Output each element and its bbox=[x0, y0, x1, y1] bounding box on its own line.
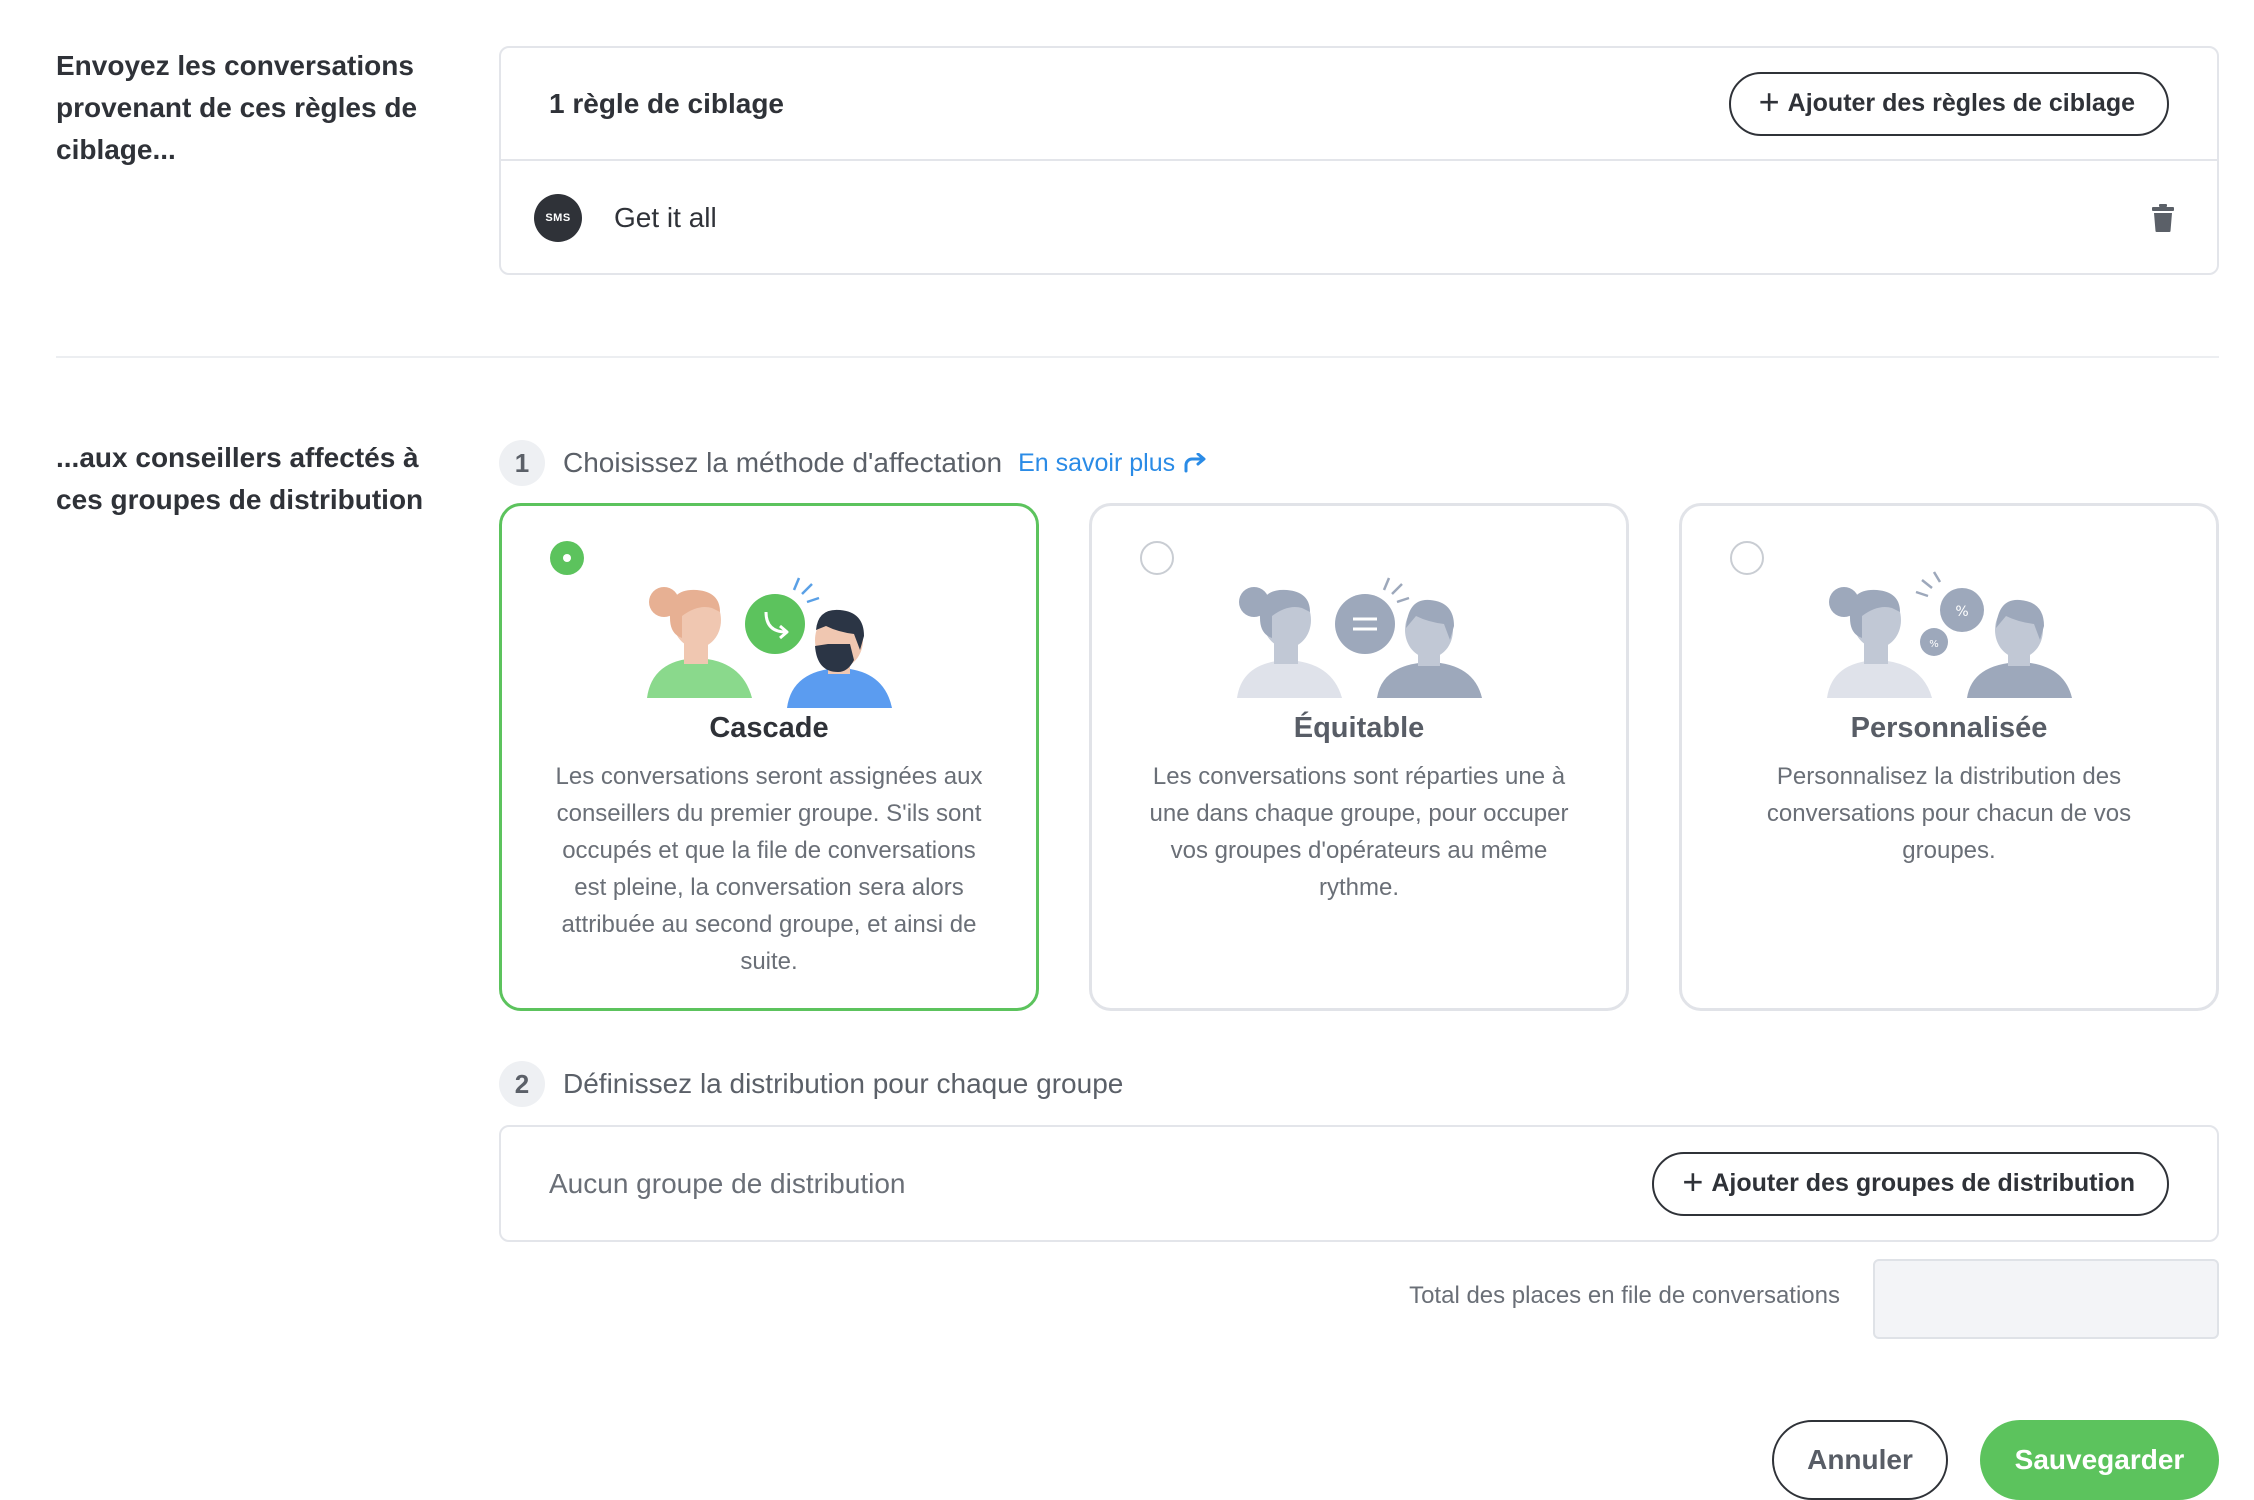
add-targeting-rules-label: Ajouter des règles de ciblage bbox=[1787, 89, 2135, 117]
method-title: Cascade bbox=[709, 712, 829, 744]
external-arrow-icon bbox=[1184, 453, 1206, 473]
targeting-card-header: 1 règle de ciblage + Ajouter des règles … bbox=[501, 48, 2217, 161]
targeting-rules-card: 1 règle de ciblage + Ajouter des règles … bbox=[499, 46, 2219, 275]
radio-cascade[interactable] bbox=[550, 541, 584, 575]
step-2-label: Définissez la distribution pour chaque g… bbox=[563, 1068, 1124, 1099]
method-card-cascade[interactable]: Cascade Les conversations seront assigné… bbox=[499, 503, 1039, 1011]
method-description: Les conversations sont réparties une à u… bbox=[1149, 763, 1569, 901]
plus-icon: + bbox=[1758, 81, 1780, 122]
targeting-count-title: 1 règle de ciblage bbox=[549, 87, 784, 119]
sms-channel-icon: SMS bbox=[534, 194, 582, 242]
radio-equitable[interactable] bbox=[1140, 541, 1174, 575]
step-1-label: Choisissez la méthode d'affectation bbox=[563, 447, 1003, 478]
step-2-header: 2 Définissez la distribution pour chaque… bbox=[499, 1061, 1123, 1107]
distribution-groups-box: Aucun groupe de distribution + Ajouter d… bbox=[499, 1125, 2219, 1242]
cancel-button[interactable]: Annuler bbox=[1772, 1420, 1948, 1500]
method-card-personnalisee[interactable]: % % Personnalisée Personnalisez la distr… bbox=[1679, 503, 2219, 1011]
add-targeting-rules-button[interactable]: + Ajouter des règles de ciblage bbox=[1728, 71, 2169, 136]
targeting-section-label: Envoyez les conversations provenant de c… bbox=[56, 50, 418, 165]
cascade-illustration bbox=[647, 577, 892, 708]
section-divider bbox=[56, 356, 2219, 358]
step-number-badge: 2 bbox=[499, 1061, 545, 1107]
personnalisee-illustration: % % bbox=[1827, 571, 2072, 698]
empty-distribution-text: Aucun groupe de distribution bbox=[549, 1167, 906, 1199]
plus-icon: + bbox=[1682, 1161, 1704, 1202]
total-queue-slots-label: Total des places en file de conversation… bbox=[1409, 1282, 1840, 1309]
targeting-rule-name: Get it all bbox=[614, 202, 717, 233]
trash-icon[interactable] bbox=[2151, 204, 2175, 232]
step-number-badge: 1 bbox=[499, 440, 545, 486]
equitable-illustration bbox=[1237, 577, 1482, 698]
add-distribution-groups-button[interactable]: + Ajouter des groupes de distribution bbox=[1652, 1151, 2169, 1216]
step-1-header: 1 Choisissez la méthode d'affectation En… bbox=[499, 440, 1207, 486]
add-distribution-groups-label: Ajouter des groupes de distribution bbox=[1711, 1169, 2135, 1197]
learn-more-link[interactable]: En savoir plus bbox=[1018, 449, 1207, 478]
assignment-section-label: ...aux conseillers affectés à ces groupe… bbox=[56, 442, 424, 515]
method-title: Personnalisée bbox=[1850, 712, 2048, 744]
targeting-rule-row[interactable]: SMS Get it all bbox=[501, 161, 2217, 275]
total-queue-slots-field[interactable] bbox=[1873, 1259, 2219, 1339]
svg-text:%: % bbox=[1929, 639, 1939, 650]
radio-personnalisee[interactable] bbox=[1730, 541, 1764, 575]
method-card-equitable[interactable]: Équitable Les conversations sont réparti… bbox=[1089, 503, 1629, 1011]
learn-more-label: En savoir plus bbox=[1018, 448, 1176, 477]
svg-text:%: % bbox=[1955, 604, 1968, 620]
method-title: Équitable bbox=[1293, 712, 1425, 744]
method-description: Les conversations seront assignées aux c… bbox=[555, 763, 983, 975]
method-description: Personnalisez la distribution des conver… bbox=[1766, 763, 2132, 864]
save-button[interactable]: Sauvegarder bbox=[1980, 1420, 2219, 1500]
